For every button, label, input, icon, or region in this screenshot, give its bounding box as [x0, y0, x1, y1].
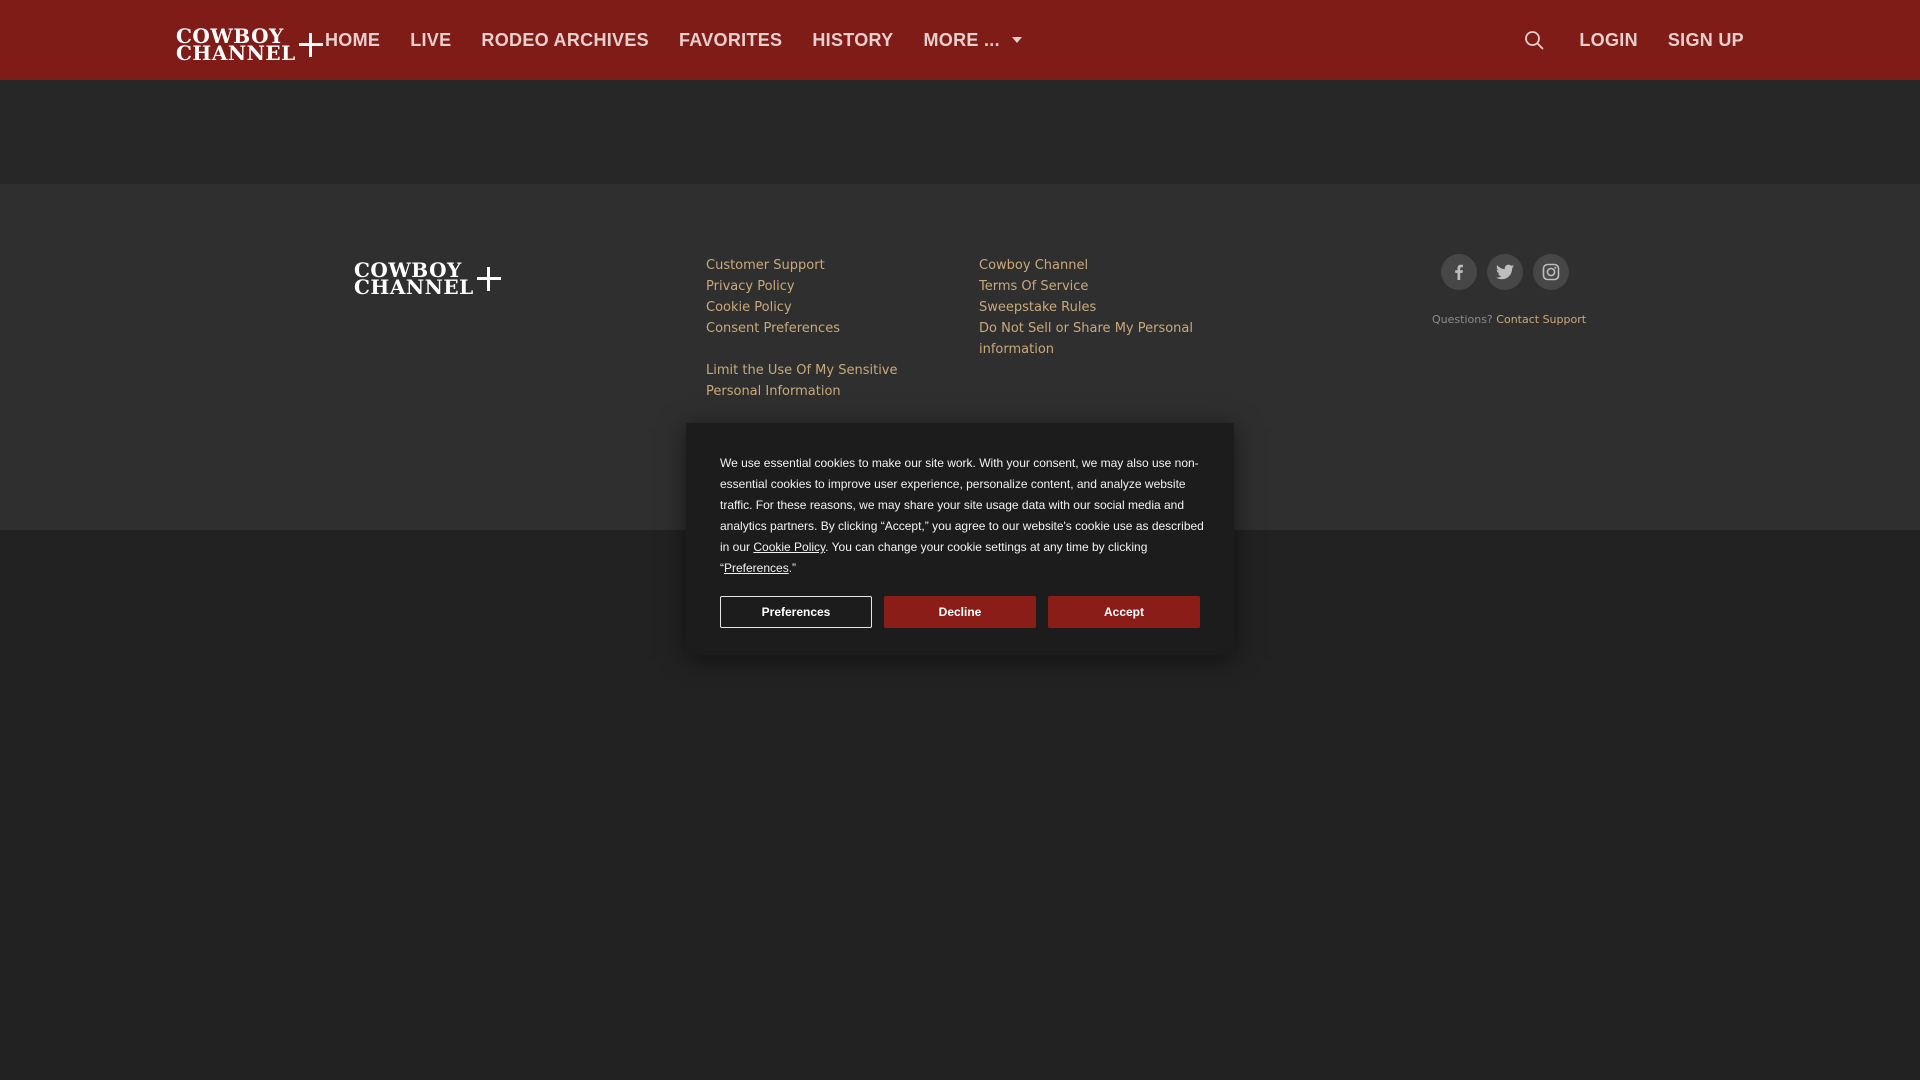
footer-link-limit-sensitive-info[interactable]: Limit the Use Of My Sensitive Personal I… [706, 360, 946, 402]
nav-favorites[interactable]: FAVORITES [679, 30, 782, 51]
instagram-button[interactable] [1533, 254, 1569, 290]
footer-link-sweepstake-rules[interactable]: Sweepstake Rules [979, 297, 1194, 318]
logo-plus-icon [298, 33, 323, 57]
preferences-button[interactable]: Preferences [720, 596, 872, 628]
nav-more-label: MORE ... [923, 29, 1000, 50]
top-nav-bar: COWBOY CHANNEL HOME LIVE RODEO ARCHIVES … [0, 0, 1920, 80]
facebook-button[interactable] [1441, 254, 1477, 290]
footer-link-privacy-policy[interactable]: Privacy Policy [706, 276, 946, 297]
search-button[interactable] [1519, 25, 1549, 55]
twitter-icon [1496, 264, 1514, 280]
nav-rodeo-archives[interactable]: RODEO ARCHIVES [481, 30, 649, 51]
decline-button[interactable]: Decline [884, 596, 1036, 628]
header-logo[interactable]: COWBOY CHANNEL [176, 26, 323, 65]
footer-link-do-not-sell[interactable]: Do Not Sell or Share My Personal informa… [979, 318, 1194, 360]
footer-link-customer-support[interactable]: Customer Support [706, 255, 946, 276]
footer-logo[interactable]: COWBOY CHANNEL [354, 260, 501, 299]
facebook-icon [1455, 264, 1463, 280]
header-actions: LOGIN SIGN UP [1519, 0, 1744, 80]
search-icon [1525, 31, 1544, 50]
cookie-policy-link[interactable]: Cookie Policy [753, 540, 825, 554]
nav-live[interactable]: LIVE [410, 30, 451, 51]
preferences-link[interactable]: Preferences [724, 561, 789, 575]
questions-label: Questions? [1432, 313, 1493, 326]
footer-link-terms-of-service[interactable]: Terms Of Service [979, 276, 1194, 297]
nav-history[interactable]: HISTORY [812, 30, 893, 51]
footer-logo-line-2: CHANNEL [354, 275, 474, 299]
accept-button[interactable]: Accept [1048, 596, 1200, 628]
footer-links-col-1: Customer Support Privacy Policy Cookie P… [706, 255, 946, 402]
questions-contact: Questions? Contact Support [1432, 313, 1586, 326]
logo-line-2: CHANNEL [176, 41, 296, 65]
instagram-icon [1542, 263, 1560, 281]
cookie-consent-text: We use essential cookies to make our sit… [720, 456, 1204, 575]
cookie-consent-dialog: We use essential cookies to make our sit… [686, 423, 1234, 655]
footer-link-consent-preferences[interactable]: Consent Preferences [706, 318, 946, 339]
footer-links-col-2: Cowboy Channel Terms Of Service Sweepsta… [979, 255, 1194, 360]
footer-link-cowboy-channel[interactable]: Cowboy Channel [979, 255, 1194, 276]
main-nav: HOME LIVE RODEO ARCHIVES FAVORITES HISTO… [325, 0, 1022, 80]
content-band [0, 80, 1920, 184]
caret-down-icon [1011, 37, 1022, 43]
twitter-button[interactable] [1487, 254, 1523, 290]
signup-link[interactable]: SIGN UP [1668, 30, 1744, 51]
social-links [1441, 254, 1569, 290]
cookie-buttons: Preferences Decline Accept [720, 596, 1200, 628]
footer-logo-plus-icon [476, 267, 501, 291]
login-link[interactable]: LOGIN [1579, 30, 1638, 51]
nav-home[interactable]: HOME [325, 30, 380, 51]
footer-link-cookie-policy[interactable]: Cookie Policy [706, 297, 946, 318]
contact-support-link[interactable]: Contact Support [1496, 313, 1586, 326]
nav-more-dropdown[interactable]: MORE ... [924, 30, 1022, 51]
